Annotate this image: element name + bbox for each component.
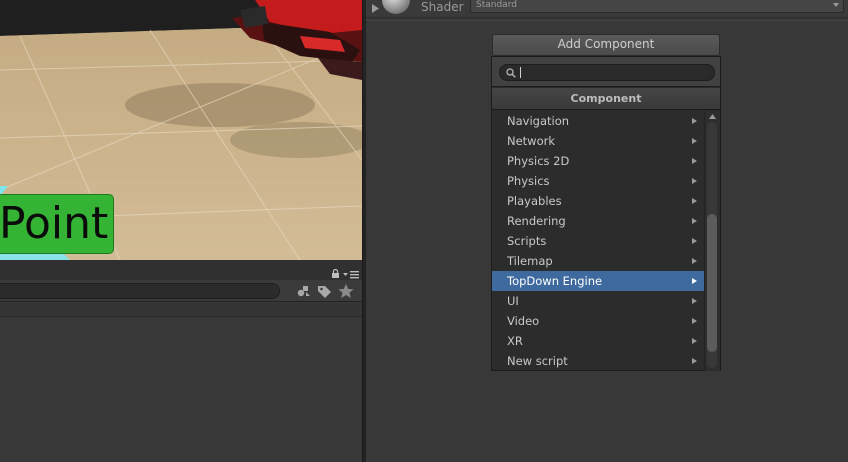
popup-search-bar xyxy=(492,57,720,87)
menu-item[interactable]: Video xyxy=(492,311,704,331)
menu-item[interactable]: Tilemap xyxy=(492,251,704,271)
scene-view[interactable]: Point xyxy=(0,0,362,260)
panel-tab-row xyxy=(0,260,362,280)
search-icon xyxy=(506,68,516,78)
chevron-right-icon xyxy=(692,258,697,264)
shader-dropdown[interactable]: Standard xyxy=(470,0,844,13)
menu-item-label: New script xyxy=(507,354,568,368)
menu-item[interactable]: Navigation xyxy=(492,111,704,131)
popup-header: Component xyxy=(492,88,720,110)
chevron-right-icon xyxy=(692,138,697,144)
scroll-thumb[interactable] xyxy=(707,214,717,352)
inspector-panel: Shader Standard Add Component Component … xyxy=(366,0,848,462)
menu-item-label: Rendering xyxy=(507,214,566,228)
material-preview-sphere xyxy=(382,0,410,14)
chevron-right-icon xyxy=(692,218,697,224)
panel-menu-icon[interactable] xyxy=(343,270,359,279)
chevron-right-icon xyxy=(692,278,697,284)
foldout-arrow-icon[interactable] xyxy=(371,4,379,13)
filter-by-type-icon[interactable] xyxy=(293,282,313,300)
add-component-button[interactable]: Add Component xyxy=(492,34,720,56)
scroll-up-arrow-icon[interactable] xyxy=(709,114,716,119)
chevron-right-icon xyxy=(692,158,697,164)
popup-scrollbar[interactable] xyxy=(704,111,720,371)
separator xyxy=(366,20,848,21)
menu-item-label: Scripts xyxy=(507,234,547,248)
add-component-popup: Component Navigation Network Physics 2D Phy… xyxy=(491,56,721,371)
panel-toolbar xyxy=(0,280,362,302)
chevron-right-icon xyxy=(692,358,697,364)
chevron-right-icon xyxy=(692,238,697,244)
menu-item-label: Network xyxy=(507,134,556,148)
menu-item-label: Video xyxy=(507,314,540,328)
shader-row: Shader Standard xyxy=(366,0,848,18)
menu-item-label: Playables xyxy=(507,194,562,208)
menu-item[interactable]: Scripts xyxy=(492,231,704,251)
chevron-right-icon xyxy=(692,338,697,344)
menu-item[interactable]: Rendering xyxy=(492,211,704,231)
menu-item[interactable]: TopDown Engine xyxy=(492,271,704,291)
chevron-right-icon xyxy=(692,118,697,124)
hierarchy-panel xyxy=(0,260,362,462)
chevron-right-icon xyxy=(692,318,697,324)
shader-dropdown-value: Standard xyxy=(476,0,517,10)
shader-label: Shader xyxy=(421,0,464,14)
component-category-list: Navigation Network Physics 2D Physics Playab… xyxy=(492,111,704,371)
menu-item-label: Physics xyxy=(507,174,550,188)
menu-item-label: XR xyxy=(507,334,523,348)
menu-item[interactable]: Network xyxy=(492,131,704,151)
menu-item-label: TopDown Engine xyxy=(507,274,603,288)
scene-point-label: Point xyxy=(0,194,114,254)
menu-item-label: UI xyxy=(507,294,519,308)
menu-item-label: Tilemap xyxy=(507,254,553,268)
menu-item[interactable]: New script xyxy=(492,351,704,371)
menu-item[interactable]: XR xyxy=(492,331,704,351)
menu-item[interactable]: Physics 2D xyxy=(492,151,704,171)
scroll-track[interactable] xyxy=(707,122,717,368)
favorite-star-icon[interactable] xyxy=(336,282,356,300)
menu-item[interactable]: Playables xyxy=(492,191,704,211)
panel-breadcrumb-row xyxy=(0,303,362,317)
component-search-input[interactable] xyxy=(499,64,715,81)
chevron-right-icon xyxy=(692,178,697,184)
filter-by-label-icon[interactable] xyxy=(314,282,334,300)
menu-item[interactable]: UI xyxy=(492,291,704,311)
panel-search-field[interactable] xyxy=(0,283,280,299)
chevron-right-icon xyxy=(692,298,697,304)
menu-item[interactable]: Physics xyxy=(492,171,704,191)
lock-icon[interactable] xyxy=(331,269,340,278)
text-cursor xyxy=(520,67,521,78)
chevron-right-icon xyxy=(692,198,697,204)
menu-item-label: Physics 2D xyxy=(507,154,570,168)
chevron-down-icon xyxy=(833,3,839,7)
menu-item-label: Navigation xyxy=(507,114,570,128)
